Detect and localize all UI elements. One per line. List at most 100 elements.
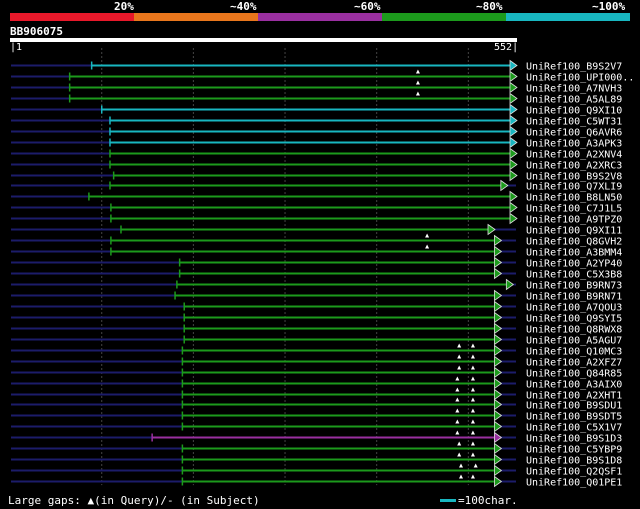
scale-legend: =100char.	[440, 494, 518, 507]
hit-row[interactable]: UniRef100_C7J1L5	[11, 201, 622, 215]
hit-label[interactable]: UniRef100_B9SDT5	[526, 412, 622, 423]
hit-label[interactable]: UniRef100_A7QOU3	[526, 303, 622, 314]
hit-label[interactable]: UniRef100_Q2QSF1	[526, 467, 622, 478]
hit-label[interactable]: UniRef100_A2XFZ7	[526, 358, 622, 369]
scale-legend-text: =100char.	[458, 494, 518, 507]
hit-row[interactable]: UniRef100_Q8RWX8	[11, 322, 622, 336]
query-gap-marker-icon	[470, 365, 475, 370]
hit-row[interactable]: UniRef100_A7QOU3	[11, 300, 622, 314]
hit-label[interactable]: UniRef100_Q8GVH2	[526, 237, 622, 248]
hit-label[interactable]: UniRef100_C5WT31	[526, 117, 622, 128]
hit-row[interactable]: UniRef100_A2XFZ7	[11, 354, 622, 369]
hit-label[interactable]: UniRef100_B9S2V7	[526, 62, 622, 73]
hit-label[interactable]: UniRef100_B9S1D3	[526, 434, 622, 445]
hit-row[interactable]: UniRef100_A9TPZ0	[11, 212, 622, 226]
hit-label[interactable]: UniRef100_B9RN73	[526, 281, 622, 292]
hit-label[interactable]: UniRef100_Q9XI11	[526, 226, 622, 237]
hit-label[interactable]: UniRef100_B9SDU1	[526, 401, 622, 412]
query-gap-marker-icon	[470, 387, 475, 392]
hit-row[interactable]: UniRef100_Q10MC3	[11, 343, 622, 358]
hit-arrow-icon	[494, 234, 503, 247]
hit-row[interactable]: UniRef100_Q2QSF1	[11, 463, 622, 478]
hit-label[interactable]: UniRef100_C5X3B8	[526, 270, 622, 281]
hit-label[interactable]: UniRef100_B8LN50	[526, 193, 622, 204]
hit-label[interactable]: UniRef100_A2YP40	[526, 259, 622, 270]
hit-label[interactable]: UniRef100_B9RN71	[526, 292, 622, 303]
hit-label[interactable]: UniRef100_Q9XI10	[526, 106, 622, 117]
hit-row[interactable]: UniRef100_A2XHT1	[11, 387, 622, 402]
hit-row[interactable]: UniRef100_Q9SYI5	[11, 311, 622, 325]
hit-row[interactable]: UniRef100_B9S1D8	[11, 452, 622, 467]
hit-row[interactable]: UniRef100_B9SDU1	[11, 397, 622, 412]
query-gap-marker-icon	[473, 463, 478, 468]
query-gap-marker-icon	[457, 354, 462, 359]
hit-row[interactable]: UniRef100_Q9XI10	[11, 103, 622, 117]
hit-arrow-icon	[494, 256, 503, 269]
hit-label[interactable]: UniRef100_C7J1L5	[526, 204, 622, 215]
hit-row[interactable]: UniRef100_A3AIX0	[11, 376, 622, 391]
hit-row[interactable]: UniRef100_B9RN71	[11, 289, 622, 303]
query-gap-marker-icon	[470, 419, 475, 424]
hit-label[interactable]: UniRef100_Q9SYI5	[526, 314, 622, 325]
hit-row[interactable]: UniRef100_A2XRC3	[11, 158, 622, 172]
query-gap-marker-icon	[425, 244, 430, 249]
hit-row[interactable]: UniRef100_UPI000..	[11, 69, 634, 84]
hit-label[interactable]: UniRef100_C5YBP9	[526, 445, 622, 456]
hit-label[interactable]: UniRef100_Q10MC3	[526, 347, 622, 358]
hit-row[interactable]: UniRef100_A3APK3	[11, 136, 622, 150]
hit-row[interactable]: UniRef100_Q8GVH2	[11, 233, 622, 248]
hit-row[interactable]: UniRef100_B9S2V7	[11, 59, 622, 73]
hit-arrow-icon	[487, 223, 496, 236]
hit-row[interactable]: UniRef100_B9S1D3	[11, 430, 622, 445]
hit-label[interactable]: UniRef100_A7NVH3	[526, 84, 622, 95]
hit-row[interactable]: UniRef100_B9RN73	[11, 278, 622, 292]
hit-row[interactable]: UniRef100_B8LN50	[11, 190, 622, 204]
hit-row[interactable]: UniRef100_Q84R85	[11, 365, 622, 380]
hit-row[interactable]: UniRef100_A2YP40	[11, 256, 622, 270]
hit-arrow-icon	[509, 212, 518, 225]
hit-arrow-icon	[509, 103, 518, 116]
hit-row[interactable]: UniRef100_A2XNV4	[11, 147, 622, 161]
query-gap-marker-icon	[455, 387, 460, 392]
hit-label[interactable]: UniRef100_A2XRC3	[526, 161, 622, 172]
gap-legend: Large gaps: ▲(in Query)/- (in Subject)	[8, 494, 260, 507]
hit-arrow-icon	[494, 366, 503, 379]
hit-arrow-icon	[494, 289, 503, 302]
hit-label[interactable]: UniRef100_A3AIX0	[526, 380, 622, 391]
query-gap-marker-icon	[415, 69, 420, 74]
hit-row[interactable]: UniRef100_C5WT31	[11, 114, 622, 128]
hit-arrow-icon	[494, 420, 503, 433]
hit-label[interactable]: UniRef100_A5AL89	[526, 95, 622, 106]
hit-label[interactable]: UniRef100_Q84R85	[526, 369, 622, 380]
hit-label[interactable]: UniRef100_A5AGU7	[526, 336, 622, 347]
hit-label[interactable]: UniRef100_A3BMM4	[526, 248, 622, 259]
hit-arrow-icon	[494, 333, 503, 346]
hit-row[interactable]: UniRef100_C5X3B8	[11, 267, 622, 281]
query-gap-marker-icon	[415, 80, 420, 85]
hit-label[interactable]: UniRef100_Q6AVR6	[526, 128, 622, 139]
hit-label[interactable]: UniRef100_A3APK3	[526, 139, 622, 150]
hit-row[interactable]: UniRef100_A3BMM4	[11, 244, 622, 259]
hit-arrow-icon	[494, 344, 503, 357]
hit-row[interactable]: UniRef100_A5AGU7	[11, 333, 622, 347]
hit-label[interactable]: UniRef100_Q01PE1	[526, 478, 622, 489]
hit-row[interactable]: UniRef100_B9SDT5	[11, 408, 622, 423]
hit-label[interactable]: UniRef100_UPI000..	[526, 73, 634, 84]
query-gap-marker-icon	[459, 463, 464, 468]
hit-row[interactable]: UniRef100_C5X1V7	[11, 419, 622, 434]
hit-label[interactable]: UniRef100_Q7XLI9	[526, 182, 622, 193]
hit-row[interactable]: UniRef100_A7NVH3	[11, 80, 622, 95]
hit-label[interactable]: UniRef100_C5X1V7	[526, 423, 622, 434]
hit-row[interactable]: UniRef100_Q01PE1	[11, 474, 622, 489]
hit-label[interactable]: UniRef100_Q8RWX8	[526, 325, 622, 336]
hit-label[interactable]: UniRef100_A9TPZ0	[526, 215, 622, 226]
query-gap-marker-icon	[455, 430, 460, 435]
hit-arrow-icon	[494, 322, 503, 335]
hit-row[interactable]: UniRef100_Q6AVR6	[11, 125, 622, 139]
hit-label[interactable]: UniRef100_A2XNV4	[526, 150, 622, 161]
hit-row[interactable]: UniRef100_A5AL89	[11, 91, 622, 106]
hit-row[interactable]: UniRef100_Q9XI11	[11, 223, 622, 237]
hit-row[interactable]: UniRef100_Q7XLI9	[11, 179, 622, 193]
hit-label[interactable]: UniRef100_B9S1D8	[526, 456, 622, 467]
hit-row[interactable]: UniRef100_C5YBP9	[11, 441, 622, 456]
